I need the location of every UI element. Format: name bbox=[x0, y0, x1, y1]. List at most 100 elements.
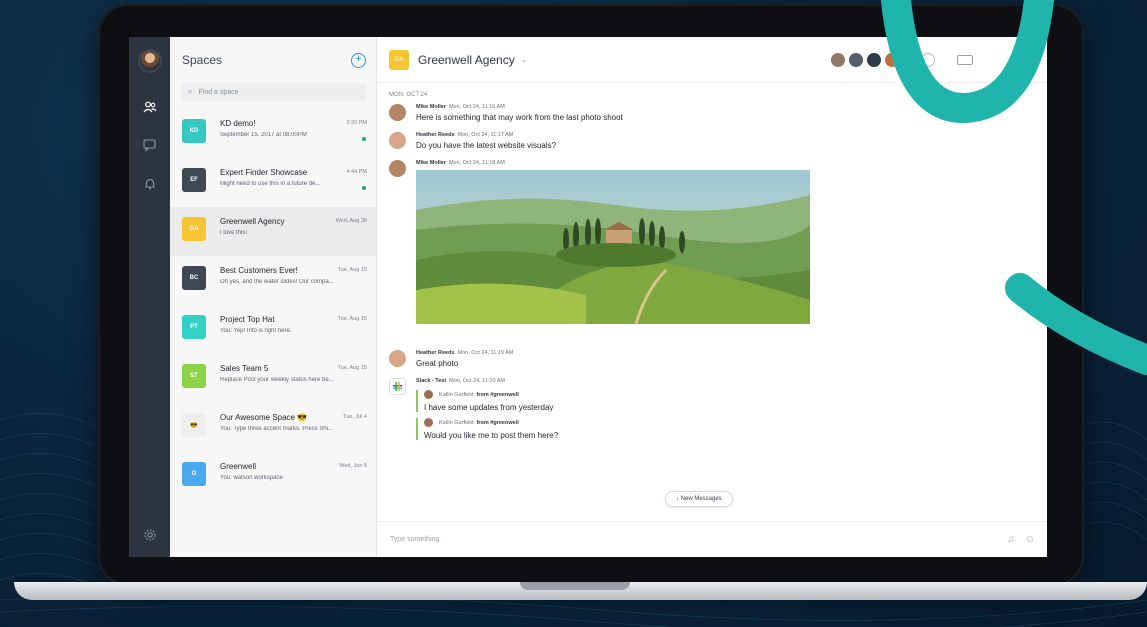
find-space-input[interactable]: ⌕ Find a space bbox=[182, 83, 366, 101]
spaces-header: Spaces + bbox=[170, 37, 376, 83]
message-composer: Type something ♫ ☺ bbox=[377, 521, 1047, 557]
message-time: Mon, Oct 24, 11:17 AM bbox=[457, 132, 514, 138]
message-meta: Slack - Test Mon, Oct 24, 11:20 AM bbox=[416, 378, 558, 384]
message-text: Do you have the latest website visuals? bbox=[416, 141, 557, 150]
space-list-item[interactable]: G Greenwell You: watson workspace Wed, Jun … bbox=[170, 452, 376, 501]
message-meta: Heather Reeds Mon, Oct 24, 11:19 AM bbox=[416, 350, 513, 356]
add-space-button[interactable]: + bbox=[351, 52, 366, 68]
participant-avatars[interactable]: ··· bbox=[827, 52, 935, 67]
message-time: Mon, Oct 24, 11:16 AM bbox=[448, 104, 505, 110]
nav-rail bbox=[129, 37, 170, 557]
space-list-item[interactable]: KD KD demo! September 15, 2017 at 08:00PM 2… bbox=[170, 109, 376, 158]
avatar bbox=[389, 350, 406, 367]
spaces-title: Spaces bbox=[182, 53, 223, 67]
space-time: 4:44 PM bbox=[346, 169, 367, 175]
space-time: Tue, Jul 4 bbox=[343, 414, 367, 420]
message: Mike Moller Mon, Oct 24, 11:16 AM Here is… bbox=[389, 104, 1047, 122]
quote-text: I have some updates from yesterday bbox=[424, 403, 554, 412]
message-feed: MON, OCT 24 Mike Moller Mon, Oct 24, 11:1… bbox=[377, 83, 1047, 521]
message-time: Mon, Oct 24, 11:18 AM bbox=[448, 160, 505, 166]
room-avatar: GA bbox=[389, 49, 409, 70]
quote-meta: Katlin Garfield from #greenwell bbox=[424, 418, 558, 427]
space-time: Wed, Aug 30 bbox=[335, 218, 367, 224]
quote-text: Would you like me to post them here? bbox=[424, 431, 559, 440]
landscape-photo[interactable] bbox=[416, 170, 810, 324]
space-list-item[interactable]: ST Sales Team 5 Replace Post your weekly s… bbox=[170, 354, 376, 403]
slack-quote: Katlin Garfield from #greenwell Would you… bbox=[416, 418, 558, 440]
avatar bbox=[424, 390, 433, 399]
space-last-message: Might need to use this in a future de... bbox=[220, 181, 321, 187]
participant-avatar[interactable] bbox=[830, 52, 845, 67]
find-space-placeholder: Find a space bbox=[198, 88, 239, 96]
message-author: Slack - Test bbox=[416, 378, 447, 384]
space-last-message: Oh yes, and the water slides! Our compa.… bbox=[220, 279, 334, 285]
user-avatar[interactable] bbox=[137, 49, 162, 73]
participant-avatar[interactable] bbox=[884, 52, 899, 67]
participant-avatar[interactable] bbox=[866, 52, 881, 67]
search-input[interactable]: Search bbox=[1013, 56, 1035, 63]
space-avatar: KD bbox=[182, 119, 206, 143]
avatar bbox=[424, 418, 433, 427]
room-title[interactable]: Greenwell Agency bbox=[418, 53, 515, 67]
message: Mike Moller Mon, Oct 24, 11:18 AM bbox=[389, 160, 1047, 324]
message-time: Mon, Oct 24, 11:19 AM bbox=[457, 350, 514, 356]
gear-icon[interactable] bbox=[143, 528, 157, 545]
space-last-message: September 15, 2017 at 08:00PM bbox=[220, 132, 307, 138]
message-author: Mike Moller bbox=[416, 104, 446, 110]
message-meta: Mike Moller Mon, Oct 24, 11:18 AM bbox=[416, 160, 810, 166]
people-icon[interactable] bbox=[138, 95, 162, 119]
space-last-message: I love this! bbox=[220, 230, 248, 236]
space-avatar: G bbox=[182, 462, 206, 486]
space-list-item[interactable]: BC Best Customers Ever! Oh yes, and the wa… bbox=[170, 256, 376, 305]
spaces-panel: Spaces + ⌕ Find a space KD KD demo! Septem… bbox=[170, 37, 377, 557]
message-text: Here is something that may work from the… bbox=[416, 113, 623, 122]
space-time: Tue, Aug 15 bbox=[337, 316, 367, 322]
chat-bubble-icon[interactable] bbox=[138, 133, 162, 157]
space-list-item[interactable]: GA Greenwell Agency I love this! Wed, Aug 3… bbox=[170, 207, 376, 256]
message: Heather Reeds Mon, Oct 24, 11:17 AM Do yo… bbox=[389, 132, 1047, 150]
avatar bbox=[389, 160, 406, 177]
more-participants-icon[interactable]: ··· bbox=[920, 52, 935, 67]
avatar bbox=[389, 132, 406, 149]
space-last-message: You: Type three accent marks. Press Shi.… bbox=[220, 426, 334, 432]
space-avatar: 😎 bbox=[182, 413, 206, 437]
quote-source: from #greenwell bbox=[476, 391, 519, 398]
space-last-message: You: watson workspace bbox=[220, 475, 283, 481]
conversation-pane: GA Greenwell Agency ⌄ ··· Search MON, OC… bbox=[377, 37, 1047, 557]
slack-quote: Katlin Garfield from #greenwell I have so… bbox=[416, 390, 558, 412]
emoji-icon[interactable]: ☺ bbox=[1025, 534, 1035, 545]
message-time: Mon, Oct 24, 11:20 AM bbox=[449, 378, 506, 384]
message-input[interactable]: Type something bbox=[390, 536, 997, 543]
space-list-item[interactable]: PT Project Top Hat You: Yep! Info is right… bbox=[170, 305, 376, 354]
conversation-header: GA Greenwell Agency ⌄ ··· Search bbox=[377, 37, 1047, 83]
chevron-down-icon[interactable]: ⌄ bbox=[521, 55, 528, 64]
new-messages-button[interactable]: ↓ New Messages bbox=[665, 491, 733, 507]
space-list-item[interactable]: 😎 Our Awesome Space 😎 You: Type three acce… bbox=[170, 403, 376, 452]
quote-author: Katlin Garfield bbox=[439, 419, 474, 426]
message: Slack - Test Mon, Oct 24, 11:20 AM Katlin… bbox=[389, 378, 1047, 444]
participant-avatar[interactable] bbox=[902, 52, 917, 67]
space-list: KD KD demo! September 15, 2017 at 08:00PM 2… bbox=[170, 109, 376, 501]
unread-indicator bbox=[362, 186, 366, 190]
bell-icon[interactable] bbox=[138, 171, 162, 195]
unread-indicator bbox=[362, 137, 366, 141]
music-note-icon[interactable]: ♫ bbox=[1007, 534, 1015, 545]
space-last-message: You: Yep! Info is right here. bbox=[220, 328, 292, 334]
quote-source: from #greenwell bbox=[476, 419, 519, 426]
space-time: Tue, Aug 15 bbox=[337, 267, 367, 273]
quote-meta: Katlin Garfield from #greenwell bbox=[424, 390, 558, 399]
message: Heather Reeds Mon, Oct 24, 11:19 AM Great… bbox=[389, 350, 1047, 368]
search-icon: ⌕ bbox=[188, 87, 193, 96]
space-time: 2:20 PM bbox=[346, 120, 367, 126]
message-meta: Heather Reeds Mon, Oct 24, 11:17 AM bbox=[416, 132, 556, 138]
space-list-item[interactable]: EF Expert Finder Showcase Might need to us… bbox=[170, 158, 376, 207]
video-icon[interactable] bbox=[956, 54, 973, 65]
avatar bbox=[389, 104, 406, 121]
date-divider: MON, OCT 24 bbox=[389, 92, 428, 98]
quote-author: Katlin Garfield bbox=[439, 391, 474, 398]
participant-avatar[interactable] bbox=[848, 52, 863, 67]
space-time: Wed, Jun 5 bbox=[339, 463, 367, 469]
message-author: Heather Reeds bbox=[416, 132, 455, 138]
space-avatar: BC bbox=[182, 266, 206, 290]
laptop-notch bbox=[520, 582, 630, 590]
